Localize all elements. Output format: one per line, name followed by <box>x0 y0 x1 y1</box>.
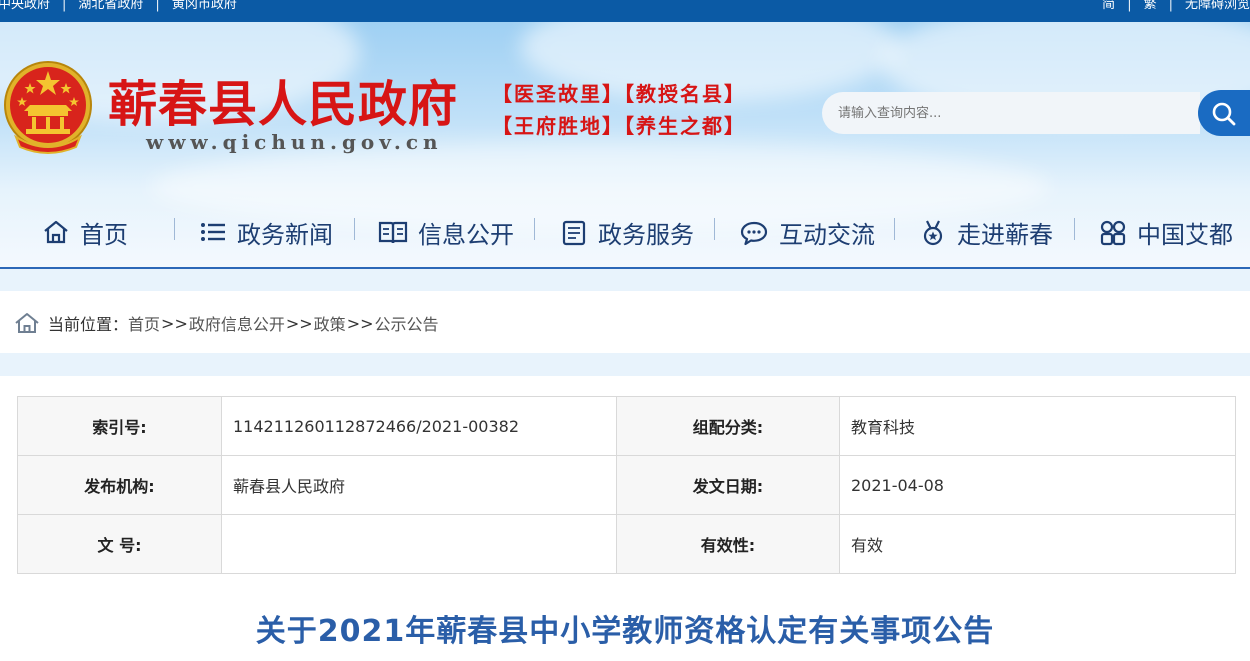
medal-icon <box>923 220 943 246</box>
validity-value: 有效 <box>839 514 1236 574</box>
publisher-label: 发布机构: <box>17 455 222 515</box>
site-url: www.qichun.gov.cn <box>146 130 443 154</box>
divider: | <box>1168 0 1173 12</box>
table-row: 发布机构: 蕲春县人民政府 发文日期: 2021-04-08 <box>17 455 1236 515</box>
nav-item-government-services[interactable]: 政务服务 <box>560 212 694 252</box>
validity-label: 有效性: <box>616 514 840 574</box>
home-icon <box>15 313 39 333</box>
breadcrumb-separator: >> <box>346 313 374 333</box>
book-icon <box>378 221 408 244</box>
top-bar-links: 中央政府 | 湖北省政府 | 黄冈市政府 <box>0 0 237 12</box>
document-icon <box>562 220 586 246</box>
nav-item-label: 信息公开 <box>418 220 514 249</box>
top-bar: 中央政府 | 湖北省政府 | 黄冈市政府 简 | 繁 | 无障碍浏览 <box>0 0 1250 22</box>
breadcrumb-policy[interactable]: 政策 <box>314 311 346 335</box>
nav-item-information-disclosure[interactable]: 信息公开 <box>378 212 514 252</box>
search-input[interactable] <box>822 92 1200 134</box>
document-number-value <box>221 514 617 574</box>
traditional-chinese-link[interactable]: 繁 <box>1144 0 1157 12</box>
document-info-table: 索引号: 114211260112872466/2021-00382 组配分类:… <box>17 396 1236 574</box>
category-label: 组配分类: <box>616 396 840 456</box>
breadcrumb-separator: >> <box>161 313 188 333</box>
grid-icon <box>1100 220 1126 246</box>
slogans: 【医圣故里】【教授名县】 【王府胜地】【养生之都】 <box>492 78 746 142</box>
nav-item-china-ai-capital[interactable]: 中国艾都 <box>1099 212 1233 252</box>
site-title: 蕲春县人民政府 <box>108 75 459 133</box>
chat-icon <box>740 221 768 246</box>
nav-item-about-qichun[interactable]: 走进蕲春 <box>919 212 1053 252</box>
accessibility-link[interactable]: 无障碍浏览 <box>1185 0 1250 12</box>
breadcrumb-area: 当前位置： 首页 >> 政府信息公开 >> 政策 >> 公示公告 <box>0 291 1250 353</box>
breadcrumb-home[interactable]: 首页 <box>128 311 160 335</box>
main-nav: 首页 政务新闻 信息公开 政务服务 互动交流 走进蕲春 中国艾都 <box>0 212 1250 252</box>
nav-divider <box>714 218 715 240</box>
top-bar-tools: 简 | 繁 | 无障碍浏览 <box>1102 0 1250 12</box>
divider: | <box>62 0 67 12</box>
table-row: 文 号: 有效性: 有效 <box>17 514 1236 574</box>
breadcrumb-announcements[interactable]: 公示公告 <box>375 311 439 335</box>
nav-item-label: 中国艾都 <box>1137 220 1233 249</box>
document-number-label: 文 号: <box>17 514 222 574</box>
nav-divider <box>1074 218 1075 240</box>
search-icon <box>1212 102 1236 126</box>
slogan-line: 【王府胜地】【养生之都】 <box>492 114 746 138</box>
link-hubei-government[interactable]: 湖北省政府 <box>78 0 143 12</box>
issue-date-value: 2021-04-08 <box>839 455 1236 515</box>
divider: | <box>155 0 160 12</box>
breadcrumb-band <box>0 269 1250 291</box>
breadcrumb-prefix: 当前位置： <box>48 315 129 334</box>
nav-item-label: 首页 <box>80 220 128 249</box>
nav-divider <box>354 218 355 240</box>
table-row: 索引号: 114211260112872466/2021-00382 组配分类:… <box>17 396 1236 456</box>
nav-item-label: 互动交流 <box>779 220 875 249</box>
breadcrumb-separator: >> <box>285 313 313 333</box>
nav-divider <box>174 218 175 240</box>
site-header: 蕲春县人民政府 www.qichun.gov.cn 【医圣故里】【教授名县】 【… <box>0 22 1250 269</box>
nav-item-home[interactable]: 首页 <box>42 212 128 252</box>
category-value: 教育科技 <box>839 396 1236 456</box>
publisher-value: 蕲春县人民政府 <box>221 455 617 515</box>
simplified-chinese-link[interactable]: 简 <box>1102 0 1115 12</box>
divider: | <box>1127 0 1132 12</box>
list-icon <box>201 223 225 241</box>
nav-item-label: 走进蕲春 <box>957 220 1053 249</box>
nav-item-label: 政务新闻 <box>237 220 333 249</box>
breadcrumb-band <box>0 353 1250 376</box>
nav-item-government-news[interactable]: 政务新闻 <box>199 212 333 252</box>
breadcrumb: 当前位置： 首页 >> 政府信息公开 >> 政策 >> 公示公告 <box>14 311 439 335</box>
index-number-label: 索引号: <box>17 396 222 456</box>
article-title: 关于2021年蕲春县中小学教师资格认定有关事项公告 <box>255 614 995 649</box>
index-number-value: 114211260112872466/2021-00382 <box>221 396 617 456</box>
slogan-line: 【医圣故里】【教授名县】 <box>492 82 746 106</box>
link-central-government[interactable]: 中央政府 <box>0 0 50 12</box>
search-button[interactable] <box>1198 90 1250 136</box>
home-icon <box>44 220 68 244</box>
nav-item-label: 政务服务 <box>598 220 694 249</box>
nav-divider <box>894 218 895 240</box>
breadcrumb-government-info[interactable]: 政府信息公开 <box>189 311 285 335</box>
issue-date-label: 发文日期: <box>616 455 840 515</box>
nav-divider <box>534 218 535 240</box>
national-emblem-icon <box>4 61 92 154</box>
link-huanggang-government[interactable]: 黄冈市政府 <box>172 0 237 12</box>
nav-item-interaction[interactable]: 互动交流 <box>739 212 875 252</box>
